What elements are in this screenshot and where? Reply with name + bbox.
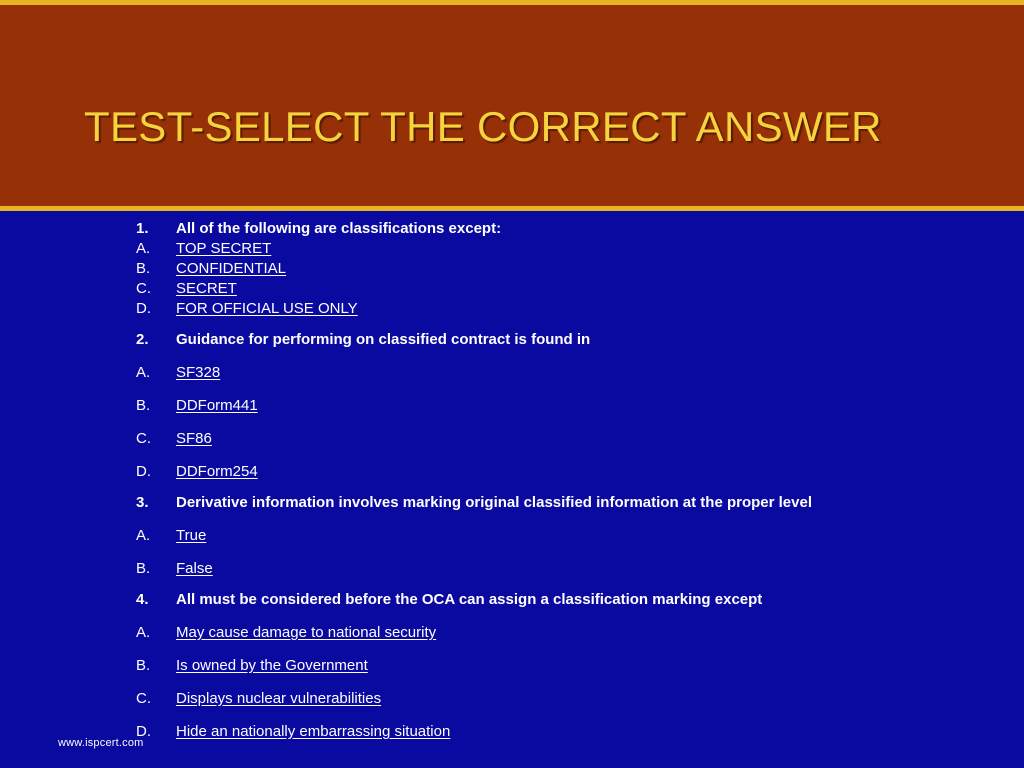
answer-option-label[interactable]: SECRET bbox=[176, 280, 237, 297]
answer-option-label[interactable]: Hide an nationally embarrassing situatio… bbox=[176, 723, 450, 740]
answer-option-row[interactable]: D. DDForm254 bbox=[136, 463, 996, 480]
answer-option-letter: B. bbox=[136, 560, 151, 577]
question-number: 2. bbox=[136, 331, 149, 348]
question-row: 1. All of the following are classificatio… bbox=[136, 220, 996, 237]
answer-option-row[interactable]: B. False bbox=[136, 560, 996, 577]
question-row: 4. All must be considered before the OCA … bbox=[136, 591, 996, 608]
answer-option-letter: B. bbox=[136, 657, 151, 674]
answer-option-label[interactable]: True bbox=[176, 527, 206, 544]
answer-option-row[interactable]: C. Displays nuclear vulnerabilities bbox=[136, 690, 996, 707]
answer-option-label[interactable]: DDForm441 bbox=[176, 397, 258, 414]
question-number: 1. bbox=[136, 220, 149, 237]
answer-option-row[interactable]: C. SF86 bbox=[136, 430, 996, 447]
quiz-question-list: 1. All of the following are classificatio… bbox=[136, 220, 996, 740]
question-prompt: All must be considered before the OCA ca… bbox=[176, 591, 763, 608]
question-number: 4. bbox=[136, 591, 149, 608]
answer-option-letter: C. bbox=[136, 280, 151, 297]
answer-option-label[interactable]: Displays nuclear vulnerabilities bbox=[176, 690, 381, 707]
answer-option-label[interactable]: DDForm254 bbox=[176, 463, 258, 480]
answer-option-label[interactable]: Is owned by the Government bbox=[176, 657, 368, 674]
answer-option-row[interactable]: B. Is owned by the Government bbox=[136, 657, 996, 674]
quiz-question-block: 1. All of the following are classificatio… bbox=[136, 220, 996, 317]
slide-content-area: 1. All of the following are classificatio… bbox=[0, 211, 1024, 768]
answer-option-letter: B. bbox=[136, 260, 151, 277]
answer-option-letter: A. bbox=[136, 527, 151, 544]
question-row: 3. Derivative information involves markin… bbox=[136, 494, 996, 511]
answer-option-label[interactable]: SF328 bbox=[176, 364, 220, 381]
answer-option-label[interactable]: May cause damage to national security bbox=[176, 624, 436, 641]
question-prompt: All of the following are classifications… bbox=[176, 220, 502, 237]
answer-option-label[interactable]: SF86 bbox=[176, 430, 212, 447]
quiz-question-block: 2. Guidance for performing on classified … bbox=[136, 331, 996, 480]
answer-option-row[interactable]: D. Hide an nationally embarrassing situat… bbox=[136, 723, 996, 740]
answer-option-letter: B. bbox=[136, 397, 151, 414]
quiz-question-block: 3. Derivative information involves markin… bbox=[136, 494, 996, 577]
answer-option-letter: A. bbox=[136, 624, 151, 641]
answer-option-label[interactable]: TOP SECRET bbox=[176, 240, 271, 257]
answer-option-letter: C. bbox=[136, 690, 151, 707]
answer-option-row[interactable]: A. True bbox=[136, 527, 996, 544]
footer-website-url: www.ispcert.com bbox=[58, 737, 144, 749]
answer-option-letter: A. bbox=[136, 240, 151, 257]
answer-option-letter: D. bbox=[136, 463, 151, 480]
answer-option-row[interactable]: C. SECRET bbox=[136, 280, 996, 297]
question-prompt: Derivative information involves marking … bbox=[176, 494, 812, 511]
question-prompt: Guidance for performing on classified co… bbox=[176, 331, 591, 348]
answer-option-label[interactable]: CONFIDENTIAL bbox=[176, 260, 286, 277]
answer-option-row[interactable]: B. CONFIDENTIAL bbox=[136, 260, 996, 277]
quiz-question-block: 4. All must be considered before the OCA … bbox=[136, 591, 996, 740]
answer-option-letter: A. bbox=[136, 364, 151, 381]
question-number: 3. bbox=[136, 494, 149, 511]
answer-option-letter: D. bbox=[136, 300, 151, 317]
answer-option-row[interactable]: D. FOR OFFICIAL USE ONLY bbox=[136, 300, 996, 317]
answer-option-label[interactable]: FOR OFFICIAL USE ONLY bbox=[176, 300, 358, 317]
answer-option-label[interactable]: False bbox=[176, 560, 213, 577]
question-row: 2. Guidance for performing on classified … bbox=[136, 331, 996, 348]
presentation-slide: TEST-SELECT THE CORRECT ANSWER 1. All of … bbox=[0, 0, 1024, 768]
page-title: TEST-SELECT THE CORRECT ANSWER bbox=[84, 103, 882, 151]
answer-option-row[interactable]: A. TOP SECRET bbox=[136, 240, 996, 257]
slide-header-band: TEST-SELECT THE CORRECT ANSWER bbox=[0, 0, 1024, 206]
answer-option-row[interactable]: A. SF328 bbox=[136, 364, 996, 381]
answer-option-letter: C. bbox=[136, 430, 151, 447]
answer-option-row[interactable]: B. DDForm441 bbox=[136, 397, 996, 414]
answer-option-row[interactable]: A. May cause damage to national security bbox=[136, 624, 996, 641]
